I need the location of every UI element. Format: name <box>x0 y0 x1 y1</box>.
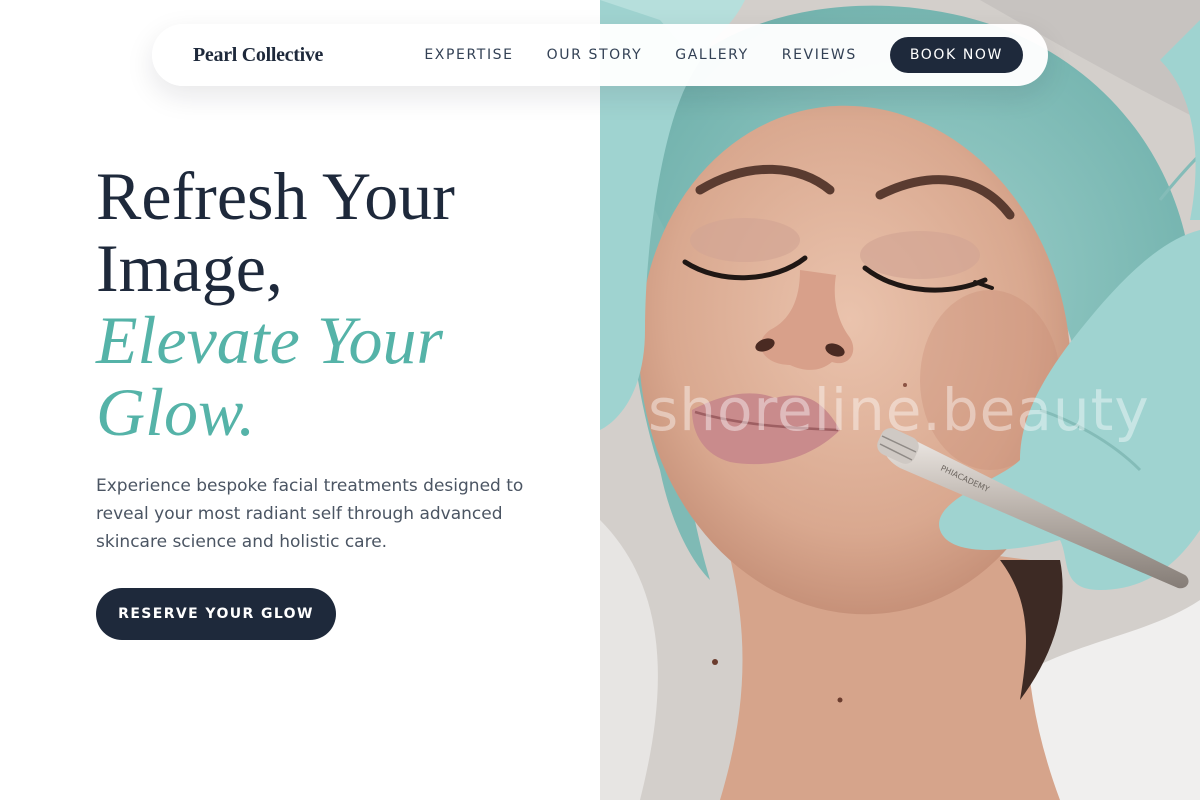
main-navigation: Pearl Collective EXPERTISE OUR STORY GAL… <box>152 24 1048 86</box>
headline-accent-line-1: Elevate Your <box>96 302 443 378</box>
headline-line-2: Image, <box>96 230 283 306</box>
hero-photo: PHIACADEMY shoreline.beauty <box>600 0 1200 800</box>
nav-link-our-story[interactable]: OUR STORY <box>547 47 643 63</box>
nav-links: EXPERTISE OUR STORY GALLERY REVIEWS <box>424 47 856 63</box>
hero-description: Experience bespoke facial treatments des… <box>96 476 524 552</box>
headline-line-1: Refresh Your <box>96 158 455 234</box>
reserve-your-glow-button[interactable]: RESERVE YOUR GLOW <box>96 588 336 640</box>
hero-headline: Refresh Your Image, Elevate Your Glow. <box>96 160 576 448</box>
nav-link-expertise[interactable]: EXPERTISE <box>424 47 513 63</box>
nav-link-reviews[interactable]: REVIEWS <box>782 47 857 63</box>
watermark: shoreline.beauty <box>648 376 1150 444</box>
book-now-button[interactable]: BOOK NOW <box>889 37 1023 73</box>
brand-logo[interactable]: Pearl Collective <box>193 44 323 67</box>
nav-link-gallery[interactable]: GALLERY <box>675 47 748 63</box>
headline-accent-line-2: Glow. <box>96 374 256 450</box>
